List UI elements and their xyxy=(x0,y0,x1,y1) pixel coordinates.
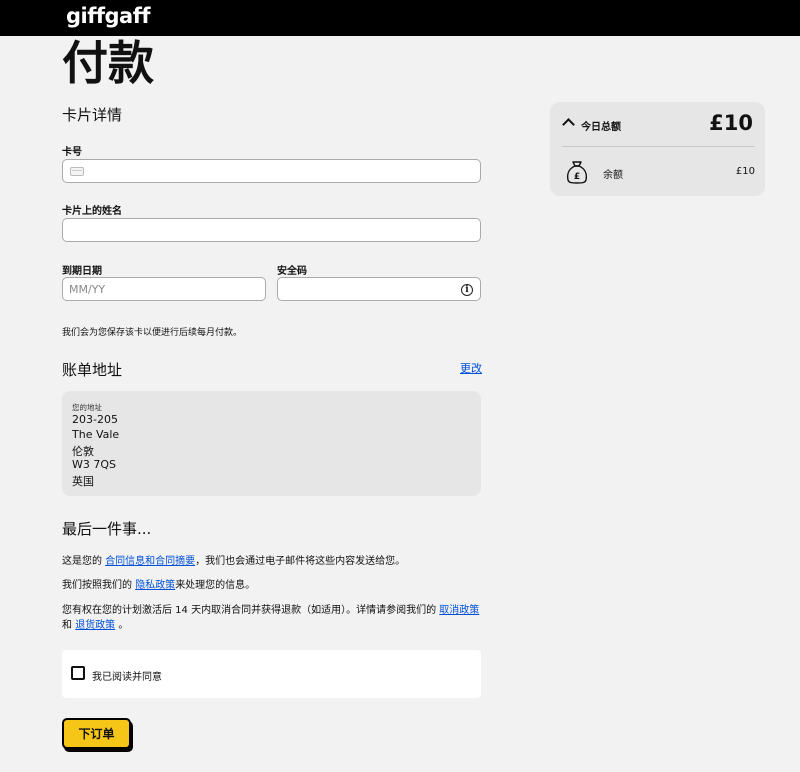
balance-label: 余额 xyxy=(603,170,623,181)
billing-address-heading: 账单地址 xyxy=(62,361,123,379)
top-bar: giffgaff xyxy=(0,0,800,36)
contract-info-paragraph: 这是您的 合同信息和合同摘要，我们也会通过电子邮件将这些内容发送给您。 xyxy=(62,552,405,567)
paragraph-text: 您有权在您的计划激活后 14 天内取消合同并获得退款（如适用）。详情请参阅我们的 xyxy=(62,605,440,616)
chevron-up-icon[interactable] xyxy=(562,118,575,131)
final-heading: 最后一件事... xyxy=(62,520,152,538)
security-code-label: 安全码 xyxy=(277,266,307,277)
address-line: W3 7QS xyxy=(72,458,117,471)
svg-text:£: £ xyxy=(574,172,580,182)
paragraph-text: 这是您的 xyxy=(62,556,106,567)
expiry-date-input[interactable] xyxy=(62,277,266,301)
paragraph-text: 我们按照我们的 xyxy=(62,580,136,591)
money-bag-icon: £ xyxy=(566,161,588,184)
returns-paragraph: 和 退货政策 。 xyxy=(62,616,128,631)
page-title: 付款 xyxy=(62,36,154,90)
divider xyxy=(562,146,755,147)
agree-label[interactable]: 我已阅读并同意 xyxy=(92,668,162,683)
agreement-box: 我已阅读并同意 xyxy=(62,650,481,698)
address-line: 203-205 xyxy=(72,413,118,426)
name-on-card-label: 卡片上的姓名 xyxy=(62,206,122,217)
agree-checkbox[interactable] xyxy=(71,666,85,680)
address-box: 您的地址 203-205 The Vale 伦敦 W3 7QS 英国 xyxy=(62,391,481,496)
expiry-date-label: 到期日期 xyxy=(62,266,102,277)
edit-address-link[interactable]: 更改 xyxy=(460,360,482,376)
balance-value: £10 xyxy=(735,166,755,177)
name-on-card-input[interactable] xyxy=(62,218,481,242)
paragraph-text: 来处理您的信息。 xyxy=(175,580,256,591)
contract-summary-link[interactable]: 合同信息和合同摘要 xyxy=(105,556,195,567)
giffgaff-logo[interactable]: giffgaff xyxy=(66,4,150,28)
paragraph-text: ，我们也会通过电子邮件将这些内容发送给您。 xyxy=(195,556,406,567)
save-card-note: 我们会为您保存该卡以便进行后续每月付款。 xyxy=(62,328,243,338)
cancellation-paragraph: 您有权在您的计划激活后 14 天内取消合同并获得退款（如适用）。详情请参阅我们的… xyxy=(62,601,479,616)
returns-policy-link[interactable]: 退货政策 xyxy=(75,620,115,631)
order-summary: 今日总额 £10 £ 余额 £10 xyxy=(550,102,765,196)
address-line: 英国 xyxy=(72,475,94,488)
card-number-label: 卡号 xyxy=(62,147,82,158)
address-label: 您的地址 xyxy=(72,403,102,412)
paragraph-text: 和 xyxy=(62,620,76,631)
today-total-value: £10 xyxy=(709,111,753,135)
cancellation-policy-link[interactable]: 取消政策 xyxy=(439,605,479,616)
credit-card-icon xyxy=(70,167,84,176)
security-code-input[interactable] xyxy=(277,277,481,301)
privacy-policy-link[interactable]: 隐私政策 xyxy=(135,580,175,591)
today-total-label[interactable]: 今日总额 xyxy=(581,118,621,133)
privacy-paragraph: 我们按照我们的 隐私政策来处理您的信息。 xyxy=(62,576,255,591)
address-line: 伦敦 xyxy=(72,445,94,458)
address-line: The Vale xyxy=(72,428,120,441)
card-details-heading: 卡片详情 xyxy=(62,106,123,124)
place-order-button[interactable]: 下订单 xyxy=(62,718,131,749)
info-icon[interactable]: i xyxy=(461,284,473,296)
paragraph-text: 。 xyxy=(115,620,129,631)
card-number-input[interactable] xyxy=(62,159,481,183)
